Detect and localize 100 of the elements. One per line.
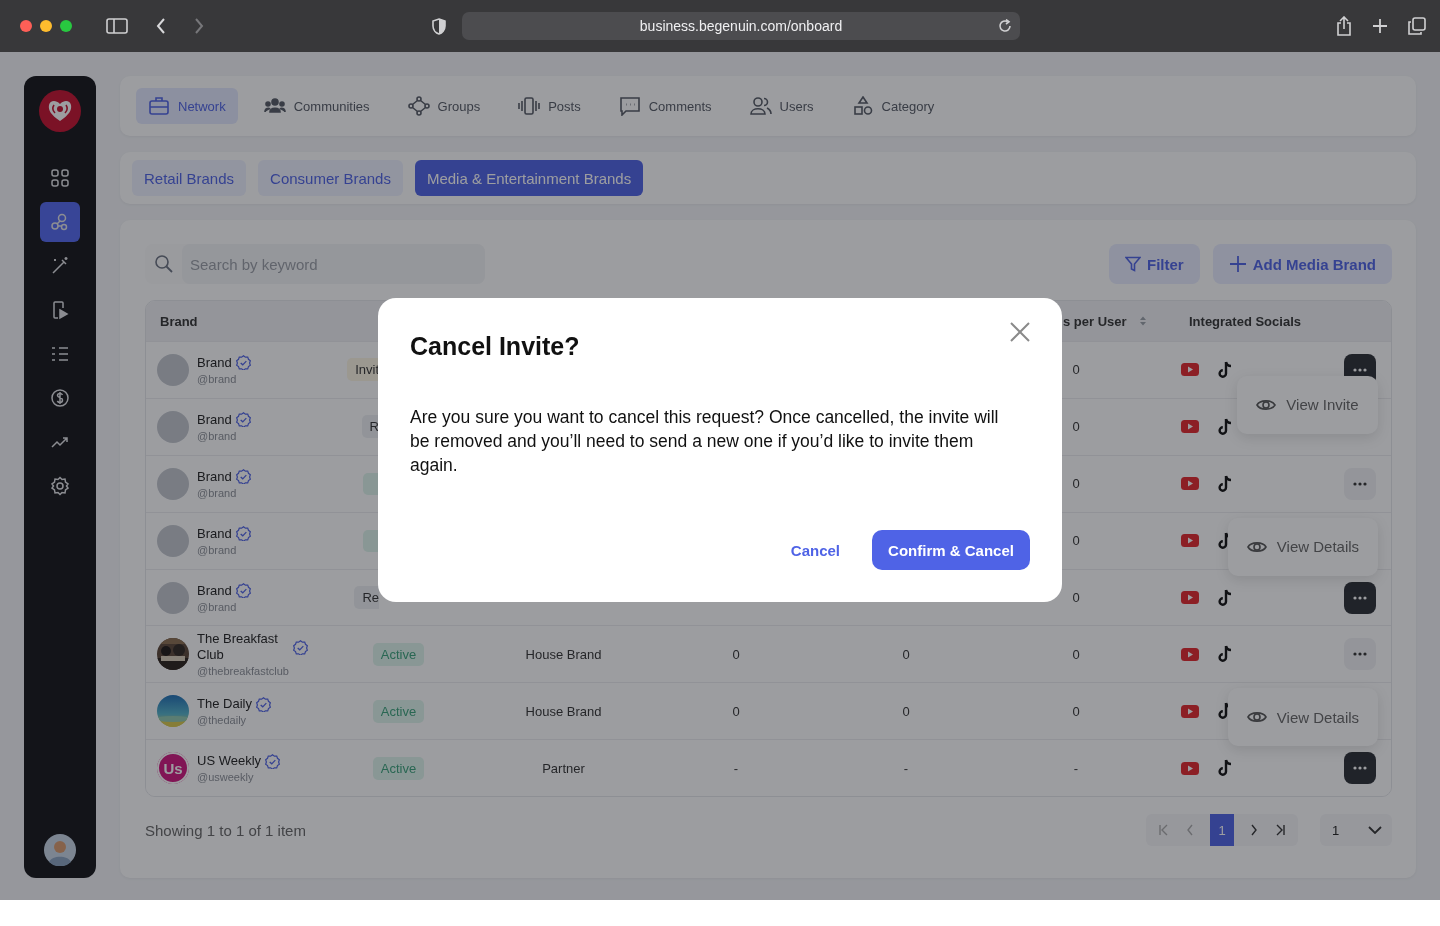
minimize-window-button[interactable] [40, 20, 52, 32]
more-icon [1353, 766, 1367, 771]
brand-category-tab[interactable]: Media & Entertainment Brands [414, 160, 644, 196]
tiktok-icon[interactable] [1217, 474, 1233, 493]
tiktok-icon[interactable] [1217, 588, 1233, 607]
magic-wand-icon [50, 256, 70, 276]
table-cell: - [733, 760, 739, 776]
status-badge: Active [372, 756, 425, 780]
brand-name: Brand [197, 411, 232, 428]
nav-tab[interactable]: Posts [506, 88, 593, 124]
tiktok-icon[interactable] [1217, 360, 1233, 379]
page-size-select[interactable]: 1 [1320, 814, 1392, 847]
chevron-down-icon [1368, 826, 1382, 835]
column-header: Integrated Socials [1188, 313, 1301, 329]
brand-handle: @brand [197, 486, 238, 499]
brand-category-tab[interactable]: Consumer Brands [258, 160, 403, 196]
menu-item[interactable]: View Details [1228, 688, 1378, 747]
tiktok-icon[interactable] [1217, 645, 1233, 664]
video-icon [50, 300, 70, 320]
page-button[interactable]: 1 [1210, 814, 1234, 847]
tiktok-icon[interactable] [1217, 417, 1233, 436]
settings-icon [50, 476, 70, 496]
status-badge: Active [372, 699, 425, 723]
filter-button[interactable]: Filter [1108, 244, 1200, 284]
dollar-icon [50, 388, 70, 408]
youtube-icon[interactable] [1181, 534, 1199, 548]
brand-handle: @thebreakfastclub [197, 665, 290, 678]
close-icon[interactable] [1010, 322, 1030, 342]
more-icon [1353, 367, 1367, 372]
zoom-window-button[interactable] [60, 20, 72, 32]
nav-tab[interactable]: Groups [395, 88, 493, 124]
shield-icon[interactable] [432, 17, 446, 35]
user-avatar[interactable] [44, 834, 76, 866]
radio-logo-icon[interactable] [39, 90, 81, 132]
brand-name: The Daily [197, 696, 252, 713]
add-button[interactable]: Add Media Brand [1212, 244, 1392, 284]
reload-icon[interactable] [998, 19, 1012, 33]
sidebar-button[interactable] [40, 202, 80, 242]
search-icon [154, 254, 174, 274]
sidebar-toggle-icon[interactable] [106, 18, 128, 34]
brand-name: Brand [197, 468, 232, 485]
nav-tab[interactable]: Comments [606, 88, 724, 124]
dialog-message: Are you sure you want to cancel this request? Once cancelled, the invite will be removed and you’ll need to send a new one if you’d like to invite them again. [410, 406, 1000, 477]
table-cell: 0 [1072, 646, 1080, 662]
new-tab-icon[interactable] [1372, 18, 1388, 34]
cancel-button[interactable]: Cancel [790, 530, 840, 570]
brand-name: US Weekly [197, 753, 262, 770]
youtube-icon[interactable] [1181, 477, 1199, 491]
list-icon [50, 344, 70, 364]
brand-logo: Us [157, 752, 189, 785]
brand-handle: @brand [197, 600, 238, 613]
nav-tab[interactable]: Category [839, 88, 947, 124]
brand-handle: @thedaily [197, 714, 248, 727]
status-badge [363, 529, 379, 552]
menu-item[interactable]: View Details [1228, 517, 1378, 576]
table-cell: 0 [732, 703, 740, 719]
avatar-placeholder [157, 353, 189, 386]
avatar-placeholder [157, 524, 189, 557]
plus-icon [1228, 255, 1247, 273]
brand-name: Brand [197, 525, 232, 542]
youtube-icon[interactable] [1181, 363, 1199, 377]
more-button[interactable] [1344, 581, 1376, 614]
nav-tab[interactable]: Communities [251, 88, 382, 124]
users-icon [749, 96, 772, 116]
more-button[interactable] [1344, 752, 1376, 785]
forward-icon[interactable] [194, 18, 204, 34]
table-cell: House Brand [525, 646, 602, 662]
brand-category-tab[interactable]: Retail Brands [132, 160, 247, 196]
table-cell: 0 [1072, 533, 1080, 549]
table-cell: 0 [902, 646, 910, 662]
brand-name: Brand [197, 354, 232, 371]
table-cell: - [903, 760, 909, 776]
address-bar[interactable]: business.begenuin.com/onboard [462, 12, 1020, 40]
next-page-icon[interactable] [1250, 824, 1258, 837]
youtube-icon[interactable] [1181, 420, 1199, 434]
tabs-overview-icon[interactable] [1408, 17, 1426, 35]
youtube-icon[interactable] [1181, 591, 1199, 604]
eye-icon [1256, 397, 1277, 412]
brand-handle: @brand [197, 372, 238, 385]
confirm-button[interactable]: Confirm & Cancel [872, 530, 1030, 570]
brand-name: Brand [197, 582, 232, 599]
youtube-icon[interactable] [1181, 704, 1199, 718]
last-page-icon[interactable] [1274, 824, 1286, 837]
table-cell: 0 [732, 646, 740, 662]
table-cell: 0 [902, 703, 910, 719]
close-window-button[interactable] [20, 20, 32, 32]
tiktok-icon[interactable] [1217, 759, 1233, 778]
nav-tab[interactable]: Network [136, 88, 238, 124]
avatar-placeholder [157, 467, 189, 500]
youtube-icon[interactable] [1181, 761, 1199, 775]
menu-item[interactable]: View Invite [1237, 375, 1378, 434]
nav-tab[interactable]: Users [737, 88, 826, 124]
eye-icon [1246, 539, 1267, 554]
brand-handle: @usweekly [197, 771, 255, 784]
briefcase-icon [148, 96, 170, 116]
share-icon[interactable] [1336, 16, 1352, 36]
column-header: s per User [1063, 313, 1127, 329]
youtube-icon[interactable] [1181, 647, 1199, 661]
back-icon[interactable] [156, 18, 166, 34]
table-cell: 0 [1072, 476, 1080, 492]
